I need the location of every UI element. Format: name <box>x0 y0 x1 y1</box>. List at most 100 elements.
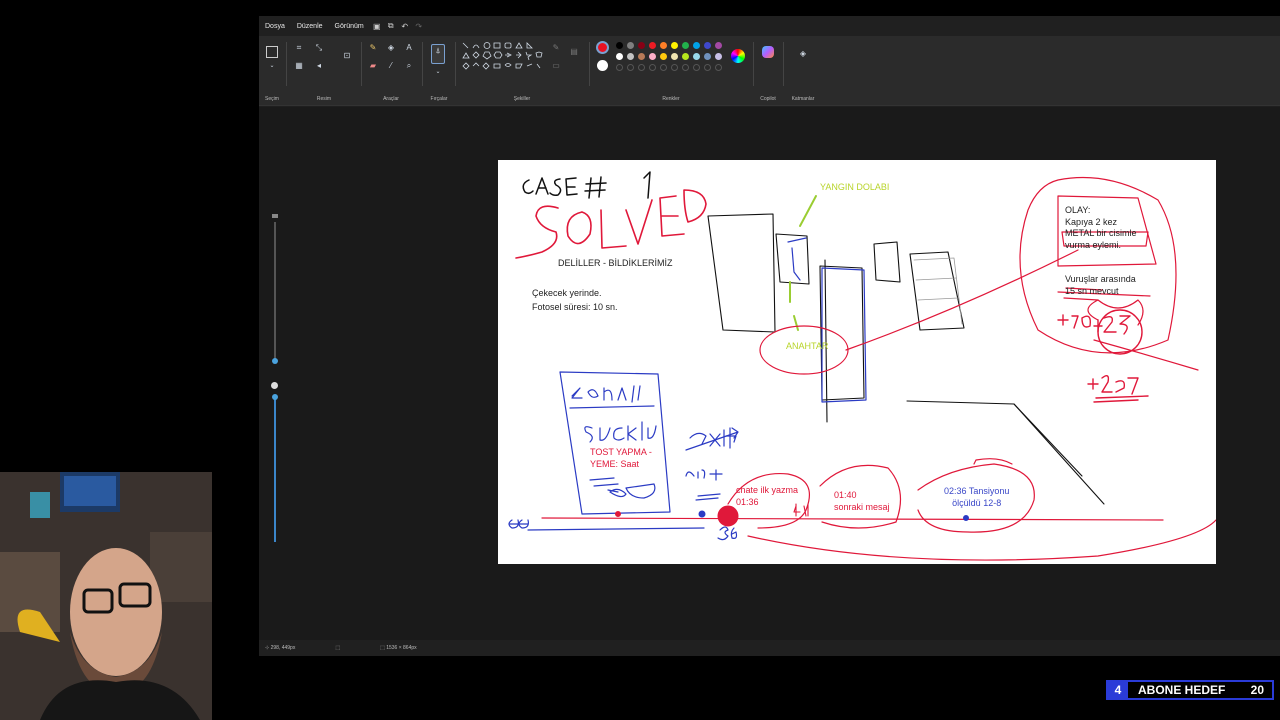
empty-color-slot[interactable] <box>627 64 634 71</box>
group-image: ⌗ ⤡ ⊡ ▦ ◂ Resim <box>289 36 359 106</box>
secondary-color-swatch[interactable] <box>597 60 608 71</box>
outline-icon[interactable]: ✎ <box>550 42 562 54</box>
brush-icon[interactable]: ⍋ <box>431 44 445 64</box>
blue-door-sketch <box>787 237 867 403</box>
fill-icon[interactable]: ◈ <box>385 42 397 54</box>
rotate-icon[interactable]: ◂ <box>313 60 325 72</box>
goal-current-count: 4 <box>1108 682 1128 698</box>
color-swatch[interactable] <box>660 42 667 49</box>
sonraki-note: 01:40 sonraki mesaj <box>834 490 890 513</box>
pencil-icon[interactable]: ✎ <box>367 42 379 54</box>
slider-track <box>274 222 276 362</box>
empty-color-slot[interactable] <box>693 64 700 71</box>
divider <box>286 42 287 86</box>
color-swatch[interactable] <box>671 53 678 60</box>
divider <box>455 42 456 86</box>
crop-icon[interactable]: ⌗ <box>293 42 305 54</box>
chevron-down-icon[interactable]: ⌄ <box>432 66 444 78</box>
color-swatch[interactable] <box>638 53 645 60</box>
empty-color-slot[interactable] <box>682 64 689 71</box>
chevron-down-icon[interactable]: ⌄ <box>266 60 278 72</box>
color-swatch[interactable] <box>616 42 623 49</box>
primary-color-swatch[interactable] <box>596 41 609 54</box>
shape-fill-icon[interactable]: ▭ <box>550 60 562 72</box>
color-swatch[interactable] <box>693 42 700 49</box>
olay-note: OLAY: Kapıya 2 kez METAL bir cisimle vur… <box>1065 205 1137 252</box>
save-icon[interactable]: ▣ <box>370 22 384 31</box>
color-swatch[interactable] <box>649 53 656 60</box>
share-icon[interactable]: ⧉ <box>384 21 398 31</box>
menu-view[interactable]: Görünüm <box>329 23 370 30</box>
floor-plan-sketch <box>707 213 1105 505</box>
drawing-canvas[interactable]: DELİLLER - BİLDİKLERİMİZ Çekecek yerinde… <box>498 160 1216 564</box>
color-swatch[interactable] <box>704 42 711 49</box>
menu-file[interactable]: Dosya <box>259 23 291 30</box>
color-swatch[interactable] <box>616 53 623 60</box>
image-settings-icon[interactable]: ▦ <box>293 60 305 72</box>
group-label-tools: Araçlar <box>383 96 399 102</box>
color-swatch[interactable] <box>671 42 678 49</box>
zoom-slider[interactable] <box>270 214 280 544</box>
menu-bar: Dosya Düzenle Görünüm ▣ ⧉ ↶ ↷ <box>259 16 1280 36</box>
color-picker-icon[interactable]: ⁄ <box>385 60 397 72</box>
redo-icon[interactable]: ↷ <box>412 22 426 31</box>
resize-icon[interactable]: ⤡ <box>313 42 325 54</box>
color-swatch[interactable] <box>660 53 667 60</box>
color-swatch[interactable] <box>693 53 700 60</box>
slider-handle[interactable] <box>272 394 278 400</box>
vurus-line-1: Vuruşlar arasında <box>1065 274 1136 284</box>
menu-edit[interactable]: Düzenle <box>291 23 329 30</box>
more-shapes-icon[interactable]: ▤ <box>568 46 580 58</box>
shapes-grid[interactable] <box>460 40 550 76</box>
group-colors: Renkler <box>592 36 750 106</box>
eraser-icon[interactable]: ▰ <box>367 60 379 72</box>
color-swatch[interactable] <box>715 53 722 60</box>
yangin-dolabi-label: YANGIN DOLABI <box>820 182 890 192</box>
group-tools: ✎ ◈ A ▰ ⁄ ⌕ Araçlar <box>363 36 419 106</box>
select-icon[interactable] <box>266 46 278 58</box>
canvas-size: ⬚ 1536 × 864px <box>380 645 417 651</box>
group-label-shapes: Şekiller <box>513 96 531 102</box>
remove-background-icon[interactable]: ⊡ <box>341 50 353 62</box>
olay-line-3: METAL bir cisimle <box>1065 228 1137 239</box>
chate-line-2: 01:36 <box>736 496 759 507</box>
empty-color-slot[interactable] <box>715 64 722 71</box>
selection-size-icon: ⬚ <box>335 645 341 651</box>
color-swatch[interactable] <box>682 53 689 60</box>
empty-color-slot[interactable] <box>616 64 623 71</box>
slider-track <box>274 396 276 542</box>
text-icon[interactable]: A <box>403 42 415 54</box>
vurus-note: Vuruşlar arasında 15 sn mevcut <box>1065 274 1136 297</box>
tost-note: TOST YAPMA - YEME: Saat <box>590 447 652 470</box>
magnifier-icon[interactable]: ⌕ <box>403 60 415 72</box>
color-swatch[interactable] <box>682 42 689 49</box>
group-layers: ◈ Katmanlar <box>786 36 820 106</box>
sonraki-line-2: sonraki mesaj <box>834 501 890 512</box>
copilot-icon[interactable] <box>762 46 774 58</box>
color-swatch[interactable] <box>649 42 656 49</box>
layers-icon[interactable]: ◈ <box>797 48 809 60</box>
color-swatch[interactable] <box>627 53 634 60</box>
empty-color-slot[interactable] <box>638 64 645 71</box>
empty-color-slot[interactable] <box>660 64 667 71</box>
color-swatch[interactable] <box>704 53 711 60</box>
empty-color-slot[interactable] <box>649 64 656 71</box>
color-swatch[interactable] <box>715 42 722 49</box>
olay-line-4: vurma eylemi. <box>1065 240 1122 251</box>
divider <box>422 42 423 86</box>
empty-color-slot[interactable] <box>704 64 711 71</box>
opacity-icon <box>271 382 278 389</box>
empty-color-slot[interactable] <box>671 64 678 71</box>
color-swatch[interactable] <box>638 42 645 49</box>
status-bar: ⊹ 298, 449px ⬚ ⬚ 1536 × 864px <box>259 640 1280 656</box>
webcam-feed <box>0 472 212 720</box>
color-swatch[interactable] <box>627 42 634 49</box>
tansiyon-line-2: ölçüldü 12-8 <box>952 497 1002 508</box>
ribbon: ⌄ Seçim ⌗ ⤡ ⊡ ▦ ◂ Resim ✎ ◈ A ▰ ⁄ ⌕ Araç… <box>259 36 1280 106</box>
blue-dot <box>698 510 706 518</box>
group-copilot: Copilot <box>756 36 780 106</box>
edit-colors-icon[interactable] <box>731 49 745 63</box>
vurus-line-2: 15 sn mevcut <box>1065 285 1119 296</box>
undo-icon[interactable]: ↶ <box>398 22 412 31</box>
slider-handle[interactable] <box>272 358 278 364</box>
